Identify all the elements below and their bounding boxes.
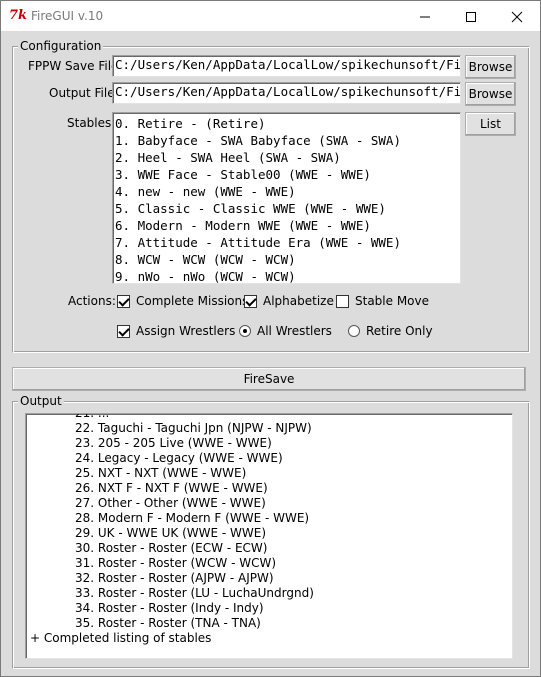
- fppw-save-file-label: FPPW Save File:: [28, 59, 123, 73]
- output-completed-line: + Completed listing of stables: [30, 631, 212, 645]
- output-line: 35. Roster - Roster (TNA - TNA): [75, 616, 261, 630]
- output-lines: 21. ... 22. Taguchi - Taguchi Jpn (NJPW …: [26, 413, 512, 646]
- assign-wrestlers-checkbox[interactable]: Assign Wrestlers: [117, 324, 235, 338]
- output-label: Output: [18, 394, 64, 408]
- minimize-icon: [420, 16, 430, 18]
- checkbox-box[interactable]: [117, 294, 130, 308]
- checkbox-box[interactable]: [336, 294, 349, 308]
- stable-move-label: Stable Move: [355, 294, 430, 308]
- fppw-browse-button[interactable]: Browse: [465, 55, 516, 79]
- output-line: 24. Legacy - Legacy (WWE - WWE): [75, 451, 283, 465]
- alphabetize-checkbox[interactable]: Alphabetize: [244, 294, 334, 308]
- output-line: 31. Roster - Roster (WCW - WCW): [75, 556, 277, 570]
- maximize-button[interactable]: [448, 1, 494, 31]
- list-item[interactable]: 6. Modern - Modern WWE (WWE - WWE): [113, 217, 460, 234]
- output-textbox[interactable]: 21. ... 22. Taguchi - Taguchi Jpn (NJPW …: [25, 413, 513, 659]
- complete-missions-label: Complete Missions: [136, 294, 249, 308]
- checkbox-box[interactable]: [117, 324, 130, 338]
- alphabetize-label: Alphabetize: [263, 294, 334, 308]
- output-line: 34. Roster - Roster (Indy - Indy): [75, 601, 264, 615]
- output-browse-button[interactable]: Browse: [465, 82, 516, 106]
- output-line: 27. Other - Other (WWE - WWE): [75, 496, 266, 510]
- output-line: 30. Roster - Roster (ECW - ECW): [75, 541, 268, 555]
- complete-missions-checkbox[interactable]: Complete Missions: [117, 294, 248, 308]
- list-item[interactable]: 2. Heel - SWA Heel (SWA - SWA): [113, 149, 460, 166]
- output-line: 32. Roster - Roster (AJPW - AJPW): [75, 571, 274, 585]
- list-item[interactable]: 0. Retire - (Retire): [113, 115, 460, 132]
- assign-wrestlers-label: Assign Wrestlers: [136, 324, 236, 338]
- checkbox-box[interactable]: [244, 294, 257, 308]
- output-file-input[interactable]: C:/Users/Ken/AppData/LocalLow/spikechuns…: [112, 82, 461, 104]
- output-line-partial: 21. ...: [75, 413, 110, 420]
- maximize-icon: [466, 12, 476, 22]
- list-item[interactable]: 1. Babyface - SWA Babyface (SWA - SWA): [113, 132, 460, 149]
- stables-label: Stables:: [67, 116, 116, 130]
- output-line: 23. 205 - 205 Live (WWE - WWE): [75, 436, 272, 450]
- list-item[interactable]: 4. new - new (WWE - WWE): [113, 183, 460, 200]
- output-line: 29. UK - WWE UK (WWE - WWE): [75, 526, 267, 540]
- output-line: 22. Taguchi - Taguchi Jpn (NJPW - NJPW): [75, 421, 312, 435]
- stables-listbox[interactable]: 0. Retire - (Retire) 1. Babyface - SWA B…: [112, 112, 461, 284]
- radio-dot[interactable]: [239, 325, 251, 337]
- output-file-label: Output File:: [49, 86, 119, 100]
- tk-feather-icon: 7k: [9, 8, 28, 23]
- list-button[interactable]: List: [465, 112, 516, 136]
- app-window: 7k FireGUI v.10 Configuration FPPW Save …: [0, 0, 541, 677]
- fppw-save-file-input[interactable]: C:/Users/Ken/AppData/LocalLow/spikechuns…: [112, 55, 461, 77]
- firesave-button[interactable]: FireSave: [12, 367, 526, 391]
- close-button[interactable]: [494, 1, 540, 31]
- configuration-label: Configuration: [18, 39, 104, 53]
- output-line: 25. NXT - NXT (WWE - WWE): [75, 466, 247, 480]
- radio-dot[interactable]: [348, 325, 360, 337]
- actions-label: Actions:: [68, 294, 116, 308]
- list-item[interactable]: 3. WWE Face - Stable00 (WWE - WWE): [113, 166, 460, 183]
- minimize-button[interactable]: [402, 1, 448, 31]
- output-line: 33. Roster - Roster (LU - LuchaUndrgnd): [75, 586, 314, 600]
- title-bar[interactable]: 7k FireGUI v.10: [1, 1, 540, 31]
- all-wrestlers-label: All Wrestlers: [257, 324, 332, 338]
- close-icon: [511, 11, 523, 23]
- retire-only-radio[interactable]: Retire Only: [348, 324, 433, 338]
- window-title: FireGUI v.10: [31, 9, 104, 23]
- all-wrestlers-radio[interactable]: All Wrestlers: [239, 324, 332, 338]
- retire-only-label: Retire Only: [366, 324, 433, 338]
- list-item[interactable]: 9. nWo - nWo (WCW - WCW): [113, 268, 460, 283]
- output-line: 26. NXT F - NXT F (WWE - WWE): [75, 481, 268, 495]
- list-item[interactable]: 8. WCW - WCW (WCW - WCW): [113, 251, 460, 268]
- stable-move-checkbox[interactable]: Stable Move: [336, 294, 429, 308]
- output-line: 28. Modern F - Modern F (WWE - WWE): [75, 511, 310, 525]
- list-item[interactable]: 7. Attitude - Attitude Era (WWE - WWE): [113, 234, 460, 251]
- list-item[interactable]: 5. Classic - Classic WWE (WWE - WWE): [113, 200, 460, 217]
